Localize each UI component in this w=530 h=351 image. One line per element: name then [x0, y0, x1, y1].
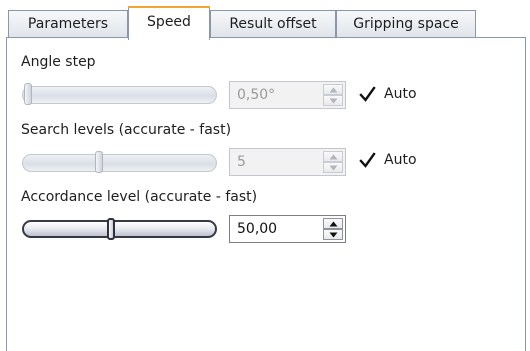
tab-parameters[interactable]: Parameters	[8, 10, 128, 38]
accordance-level-decrement-button[interactable]	[323, 229, 343, 240]
tab-speed[interactable]: Speed	[128, 6, 210, 40]
search-levels-spinbox[interactable]: 5	[229, 148, 346, 176]
accordance-level-spin-buttons	[323, 218, 343, 240]
speed-tab-panel: Angle step 0,50° Auto Search levels (acc…	[6, 37, 526, 351]
search-levels-increment-button[interactable]	[323, 151, 343, 162]
tab-speed-label: Speed	[147, 14, 191, 30]
arrow-up-icon	[329, 154, 338, 160]
tab-result-offset-label: Result offset	[229, 16, 317, 32]
speed-settings-window: Parameters Speed Result offset Gripping …	[0, 0, 530, 351]
arrow-up-icon	[329, 221, 338, 227]
search-levels-auto-label: Auto	[384, 152, 417, 168]
angle-step-increment-button[interactable]	[323, 84, 343, 95]
accordance-level-value: 50,00	[237, 221, 278, 237]
search-levels-label: Search levels (accurate - fast)	[21, 122, 232, 138]
angle-step-auto-checkbox[interactable]	[359, 86, 376, 103]
checkmark-icon	[359, 86, 376, 102]
accordance-level-spinbox[interactable]: 50,00	[229, 215, 346, 243]
search-levels-value: 5	[237, 154, 246, 170]
tab-result-offset[interactable]: Result offset	[210, 10, 336, 38]
angle-step-spinbox[interactable]: 0,50°	[229, 81, 346, 109]
angle-step-auto-label: Auto	[384, 86, 417, 102]
tab-gripping-space-label: Gripping space	[353, 16, 459, 32]
accordance-level-label: Accordance level (accurate - fast)	[21, 189, 258, 205]
angle-step-spin-buttons	[323, 84, 343, 106]
angle-step-decrement-button[interactable]	[323, 95, 343, 106]
search-levels-spin-buttons	[323, 151, 343, 173]
search-levels-auto-checkbox[interactable]	[359, 152, 376, 169]
tab-gripping-space[interactable]: Gripping space	[336, 10, 476, 38]
search-levels-slider[interactable]	[22, 151, 217, 173]
tab-parameters-label: Parameters	[27, 16, 109, 32]
angle-step-label: Angle step	[21, 54, 96, 70]
accordance-level-increment-button[interactable]	[323, 218, 343, 229]
arrow-down-icon	[329, 165, 338, 171]
tab-strip: Parameters Speed Result offset Gripping …	[0, 0, 530, 40]
arrow-down-icon	[329, 232, 338, 238]
accordance-level-slider[interactable]	[22, 218, 217, 240]
angle-step-slider[interactable]	[22, 83, 217, 105]
angle-step-value: 0,50°	[237, 87, 276, 103]
angle-step-slider-thumb[interactable]	[24, 83, 32, 105]
arrow-down-icon	[329, 98, 338, 104]
checkmark-icon	[359, 152, 376, 168]
accordance-level-slider-thumb[interactable]	[107, 218, 115, 240]
arrow-up-icon	[329, 87, 338, 93]
search-levels-slider-thumb[interactable]	[95, 151, 103, 173]
search-levels-decrement-button[interactable]	[323, 162, 343, 173]
